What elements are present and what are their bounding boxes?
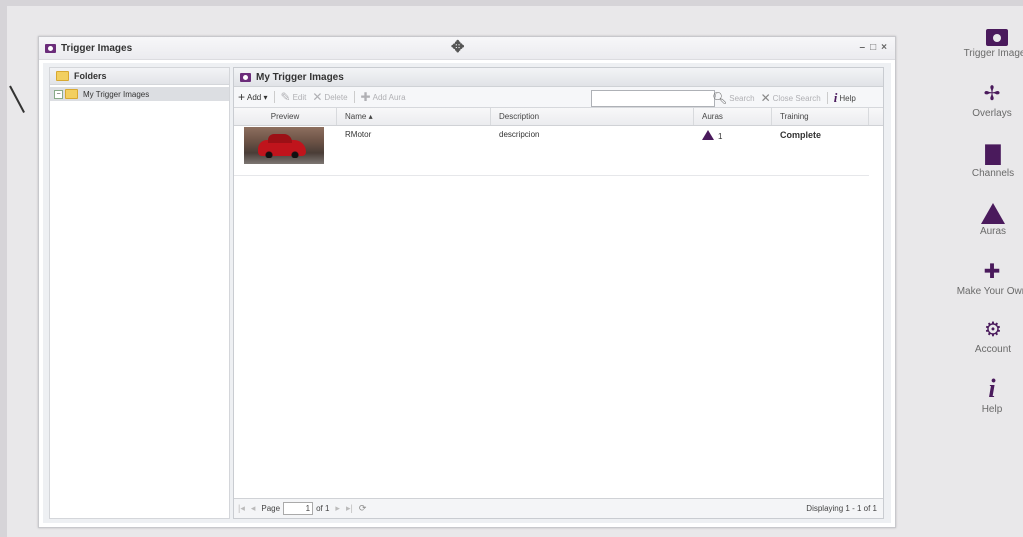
delete-x-icon: ✕: [312, 90, 323, 104]
page-label: Page: [261, 504, 281, 513]
add-aura-button[interactable]: ✚ Add Aura: [361, 90, 406, 104]
folders-header: Folders: [50, 68, 229, 85]
trigger-images-window: Trigger Images ✥ – □ × Folders − My Trig…: [38, 36, 896, 528]
puzzle-icon: ✚: [983, 261, 1001, 283]
close-button[interactable]: ×: [881, 42, 887, 53]
search-input[interactable]: [591, 90, 715, 107]
nav-help[interactable]: i Help: [947, 374, 1023, 416]
close-search-button[interactable]: ✕ Close Search: [761, 91, 821, 105]
search-icon: 🔍︎: [712, 91, 728, 105]
nav-make-your-own[interactable]: ✚ Make Your Own: [947, 258, 1023, 297]
auras-cell: 1: [694, 126, 772, 175]
grid-header: My Trigger Images: [234, 68, 883, 87]
tree-item-label: My Trigger Images: [83, 89, 150, 99]
camera-icon: [986, 29, 1008, 46]
last-page-icon[interactable]: ▸|: [346, 503, 353, 514]
camera-icon: [240, 72, 251, 82]
car-thumbnail: [244, 127, 324, 164]
overlays-icon: ✢: [983, 83, 1001, 105]
nav-channels[interactable]: ▇ Channels: [948, 140, 1023, 179]
nav-trigger-images[interactable]: Trigger Images: [952, 20, 1023, 59]
next-page-icon[interactable]: ▸: [335, 503, 340, 514]
collapse-toggle-icon[interactable]: −: [54, 89, 63, 99]
column-training[interactable]: Training: [772, 108, 869, 125]
grid-title: My Trigger Images: [256, 71, 344, 83]
close-x-icon: ✕: [760, 91, 771, 105]
page-number-input[interactable]: 1: [283, 502, 314, 515]
trigger-images-grid: My Trigger Images + Add ▾ ✎ Edit ✕ Delet…: [233, 67, 884, 519]
toolbar-separator: [826, 92, 828, 104]
search-button[interactable]: 🔍︎ Search: [712, 91, 755, 105]
nav-auras[interactable]: Auras: [948, 198, 1023, 237]
page-of-label: of 1: [316, 504, 330, 513]
nav-account[interactable]: ⚙ Account: [948, 316, 1023, 355]
column-description[interactable]: Description: [491, 108, 694, 125]
delete-button[interactable]: ✕ Delete: [312, 90, 347, 104]
maximize-button[interactable]: □: [870, 42, 876, 53]
training-cell: Complete: [780, 130, 822, 140]
window-title: Trigger Images: [61, 42, 133, 54]
folder-icon: [56, 71, 69, 81]
first-page-icon[interactable]: |◂: [238, 503, 245, 514]
prev-page-icon[interactable]: ◂: [251, 503, 256, 514]
tree-item-my-trigger-images[interactable]: − My Trigger Images: [50, 87, 229, 101]
minimize-button[interactable]: –: [860, 42, 866, 53]
displaying-count: Displaying 1 - 1 of 1: [806, 504, 877, 513]
refresh-icon[interactable]: ⟳: [359, 503, 367, 514]
folders-panel: Folders − My Trigger Images: [49, 67, 230, 519]
nav-overlays[interactable]: ✢ Overlays: [947, 80, 1023, 119]
plus-icon: +: [238, 90, 246, 104]
column-headers: Preview Name ▴ Description Auras Trainin…: [234, 108, 883, 126]
grid-toolbar: + Add ▾ ✎ Edit ✕ Delete ✚ Add Aura 🔍︎ Se…: [234, 87, 883, 108]
info-icon: i: [988, 374, 996, 403]
camera-icon: [45, 43, 56, 53]
column-preview[interactable]: Preview: [234, 108, 337, 125]
description-cell: descripcion: [499, 130, 540, 139]
info-icon: i: [833, 90, 838, 105]
toolbar-separator: [353, 91, 355, 103]
paging-toolbar: |◂ ◂ Page 1 of 1 ▸ ▸| ⟳ Displaying 1 - 1…: [234, 498, 883, 518]
move-cursor-icon: ✥: [451, 39, 465, 56]
name-cell: RMotor: [345, 130, 372, 139]
pencil-icon: ✎: [280, 90, 291, 104]
column-name[interactable]: Name ▴: [337, 108, 491, 125]
add-aura-icon: ✚: [360, 90, 371, 104]
aura-triangle-icon: [702, 130, 714, 140]
preview-cell: [234, 126, 337, 175]
add-button[interactable]: + Add ▾: [238, 90, 268, 104]
window-titlebar[interactable]: Trigger Images ✥ – □ ×: [39, 37, 895, 60]
toolbar-separator: [273, 91, 275, 103]
channels-icon: ▇: [985, 143, 1001, 165]
aura-triangle-icon: [981, 203, 1005, 224]
folder-icon: [65, 89, 78, 99]
edit-button[interactable]: ✎ Edit: [281, 90, 307, 104]
gears-icon: ⚙: [984, 319, 1002, 341]
help-button[interactable]: i Help: [834, 90, 856, 106]
column-auras[interactable]: Auras: [694, 108, 772, 125]
table-row[interactable]: RMotor descripcion 1 Complete: [234, 126, 869, 176]
